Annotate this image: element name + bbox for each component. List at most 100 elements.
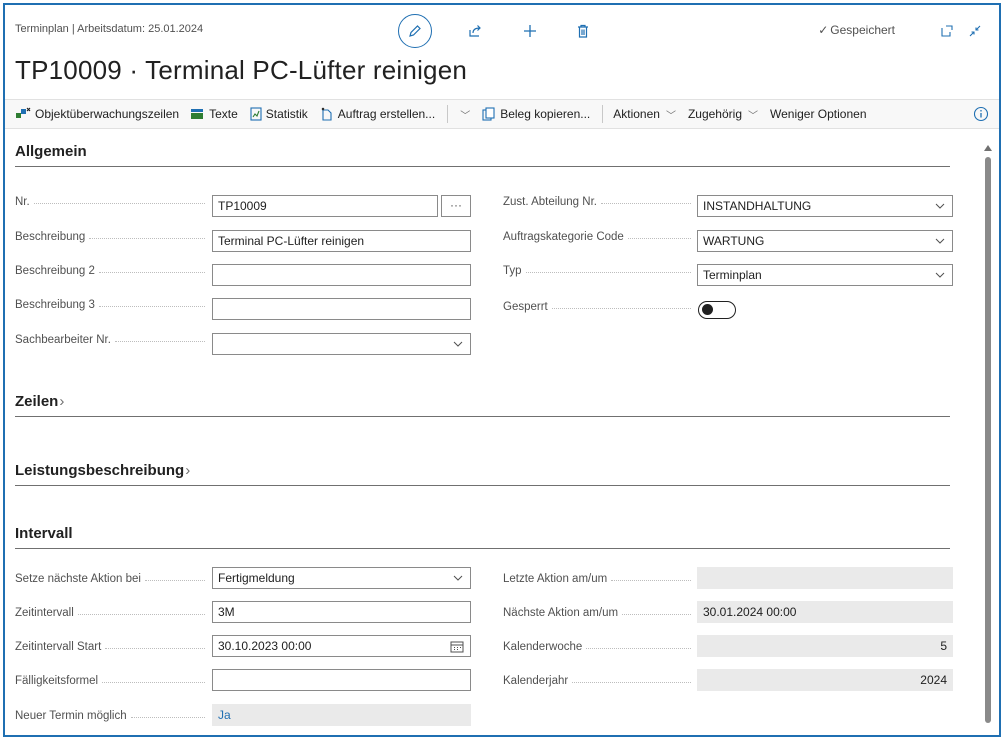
scrollbar-thumb[interactable] [985,157,991,723]
nr-input[interactable]: TP10009 [212,195,438,217]
start-input[interactable]: 30.10.2023 00:00 [212,635,471,657]
edit-button[interactable] [398,14,432,48]
abteilung-label-text: Zust. Abteilung Nr. [503,196,597,208]
beleg-kopieren-action[interactable]: Beleg kopieren... [482,107,590,121]
section-zeilen-heading[interactable]: Zeilen› [15,393,950,417]
section-leistung-heading[interactable]: Leistungsbeschreibung› [15,462,950,486]
zugehoerig-label: Zugehörig [687,107,742,121]
calendar-icon[interactable] [450,640,464,653]
action-bar: Objektüberwachungszeilen Texte Statistik… [5,99,999,129]
objektueberwachung-action[interactable]: Objektüberwachungszeilen [15,107,179,121]
dotted-leader [611,580,691,581]
text-list-icon [191,109,204,119]
trash-icon [578,24,588,38]
chevron-down-icon [935,238,945,244]
jahr-value: 2024 [697,669,953,691]
beleg-kopieren-label: Beleg kopieren... [500,107,591,121]
dotted-leader [600,203,691,204]
statistik-action[interactable]: Statistik [250,107,308,121]
sachbearbeiter-label-text: Sachbearbeiter Nr. [15,334,111,346]
kw-label: Kalenderwoche [503,641,691,653]
sachbearbeiter-select[interactable] [212,333,471,355]
kw-value: 5 [697,635,953,657]
delete-button[interactable] [573,21,593,41]
saved-status-text: Gespeichert [830,23,895,37]
zugehoerig-menu[interactable]: Zugehörig ﹀ [688,107,758,122]
new-button[interactable] [520,21,540,41]
beschreibung3-input[interactable] [212,298,471,320]
dotted-leader [89,238,205,239]
section-allgemein-heading[interactable]: Allgemein [15,143,950,167]
pencil-icon [409,25,421,37]
chevron-down-icon[interactable]: ﹀ [460,107,470,122]
abteilung-value: INSTANDHALTUNG [703,199,812,213]
scroll-up-arrow-icon[interactable] [984,145,992,151]
beschreibung-input[interactable]: Terminal PC-Lüfter reinigen [212,230,471,252]
zeitintervall-input[interactable]: 3M [212,601,471,623]
auftrag-erstellen-action[interactable]: Auftrag erstellen... [320,107,435,121]
beschreibung-label-text: Beschreibung [15,231,86,243]
info-icon [973,106,989,122]
kategorie-label-text: Auftragskategorie Code [503,231,624,243]
object-monitoring-icon [16,107,31,118]
chevron-down-icon [935,203,945,209]
beschreibung2-input[interactable] [212,264,471,286]
dotted-leader [622,614,691,615]
abteilung-select[interactable]: INSTANDHALTUNG [697,195,953,217]
zeitintervall-label-text: Zeitintervall [15,607,74,619]
gesperrt-toggle[interactable] [698,301,736,319]
typ-select[interactable]: Terminplan [697,264,953,286]
neuer-termin-label-text: Neuer Termin möglich [15,710,127,722]
dotted-leader [114,341,205,342]
weniger-optionen-label: Weniger Optionen [770,107,867,121]
dotted-leader [98,272,205,273]
dotted-leader [77,614,205,615]
chevron-down-icon: ﹀ [665,110,676,122]
start-value: 30.10.2023 00:00 [218,639,312,653]
abteilung-label: Zust. Abteilung Nr. [503,196,691,208]
weniger-optionen-button[interactable]: Weniger Optionen [770,107,867,121]
naechste-bei-select[interactable]: Fertigmeldung [212,567,471,589]
nr-label: Nr. [15,196,205,208]
sachbearbeiter-label: Sachbearbeiter Nr. [15,334,205,346]
dotted-leader [586,648,691,649]
collapse-button[interactable] [965,21,985,41]
dotted-leader [130,717,205,718]
nr-lookup-button[interactable]: ··· [441,195,471,217]
formel-label: Fälligkeitsformel [15,675,205,687]
formel-input[interactable] [212,669,471,691]
letzte-label-text: Letzte Aktion am/um [503,573,608,585]
neuer-termin-value[interactable]: Ja [212,704,471,726]
info-button[interactable] [973,106,989,125]
open-new-window-button[interactable] [937,21,957,41]
start-label-text: Zeitintervall Start [15,641,102,653]
section-intervall-heading[interactable]: Intervall [15,525,950,549]
separator [602,105,604,123]
vertical-scrollbar[interactable] [983,145,993,729]
section-allgemein-title: Allgemein [15,143,87,160]
separator [447,105,449,123]
plus-icon [524,25,536,37]
letzte-label: Letzte Aktion am/um [503,573,691,585]
chevron-down-icon [935,272,945,278]
statistik-label: Statistik [265,107,308,121]
zeitintervall-label: Zeitintervall [15,607,205,619]
nr-label-text: Nr. [15,196,30,208]
texte-action[interactable]: Texte [191,107,238,121]
jahr-label: Kalenderjahr [503,675,691,687]
dotted-leader [551,308,691,309]
dotted-leader [525,272,691,273]
dotted-leader [33,203,205,204]
kategorie-select[interactable]: WARTUNG [697,230,953,252]
typ-value: Terminplan [703,268,762,282]
gesperrt-label: Gesperrt [503,301,691,313]
typ-label: Typ [503,265,691,277]
chevron-down-icon [453,341,463,347]
beschreibung2-label-text: Beschreibung 2 [15,265,95,277]
share-button[interactable] [465,21,485,41]
kategorie-value: WARTUNG [703,234,765,248]
toggle-knob [702,304,713,315]
page-title: TP10009 · Terminal PC-Lüfter reinigen [15,55,468,85]
typ-label-text: Typ [503,265,522,277]
aktionen-menu[interactable]: Aktionen ﹀ [613,107,676,122]
